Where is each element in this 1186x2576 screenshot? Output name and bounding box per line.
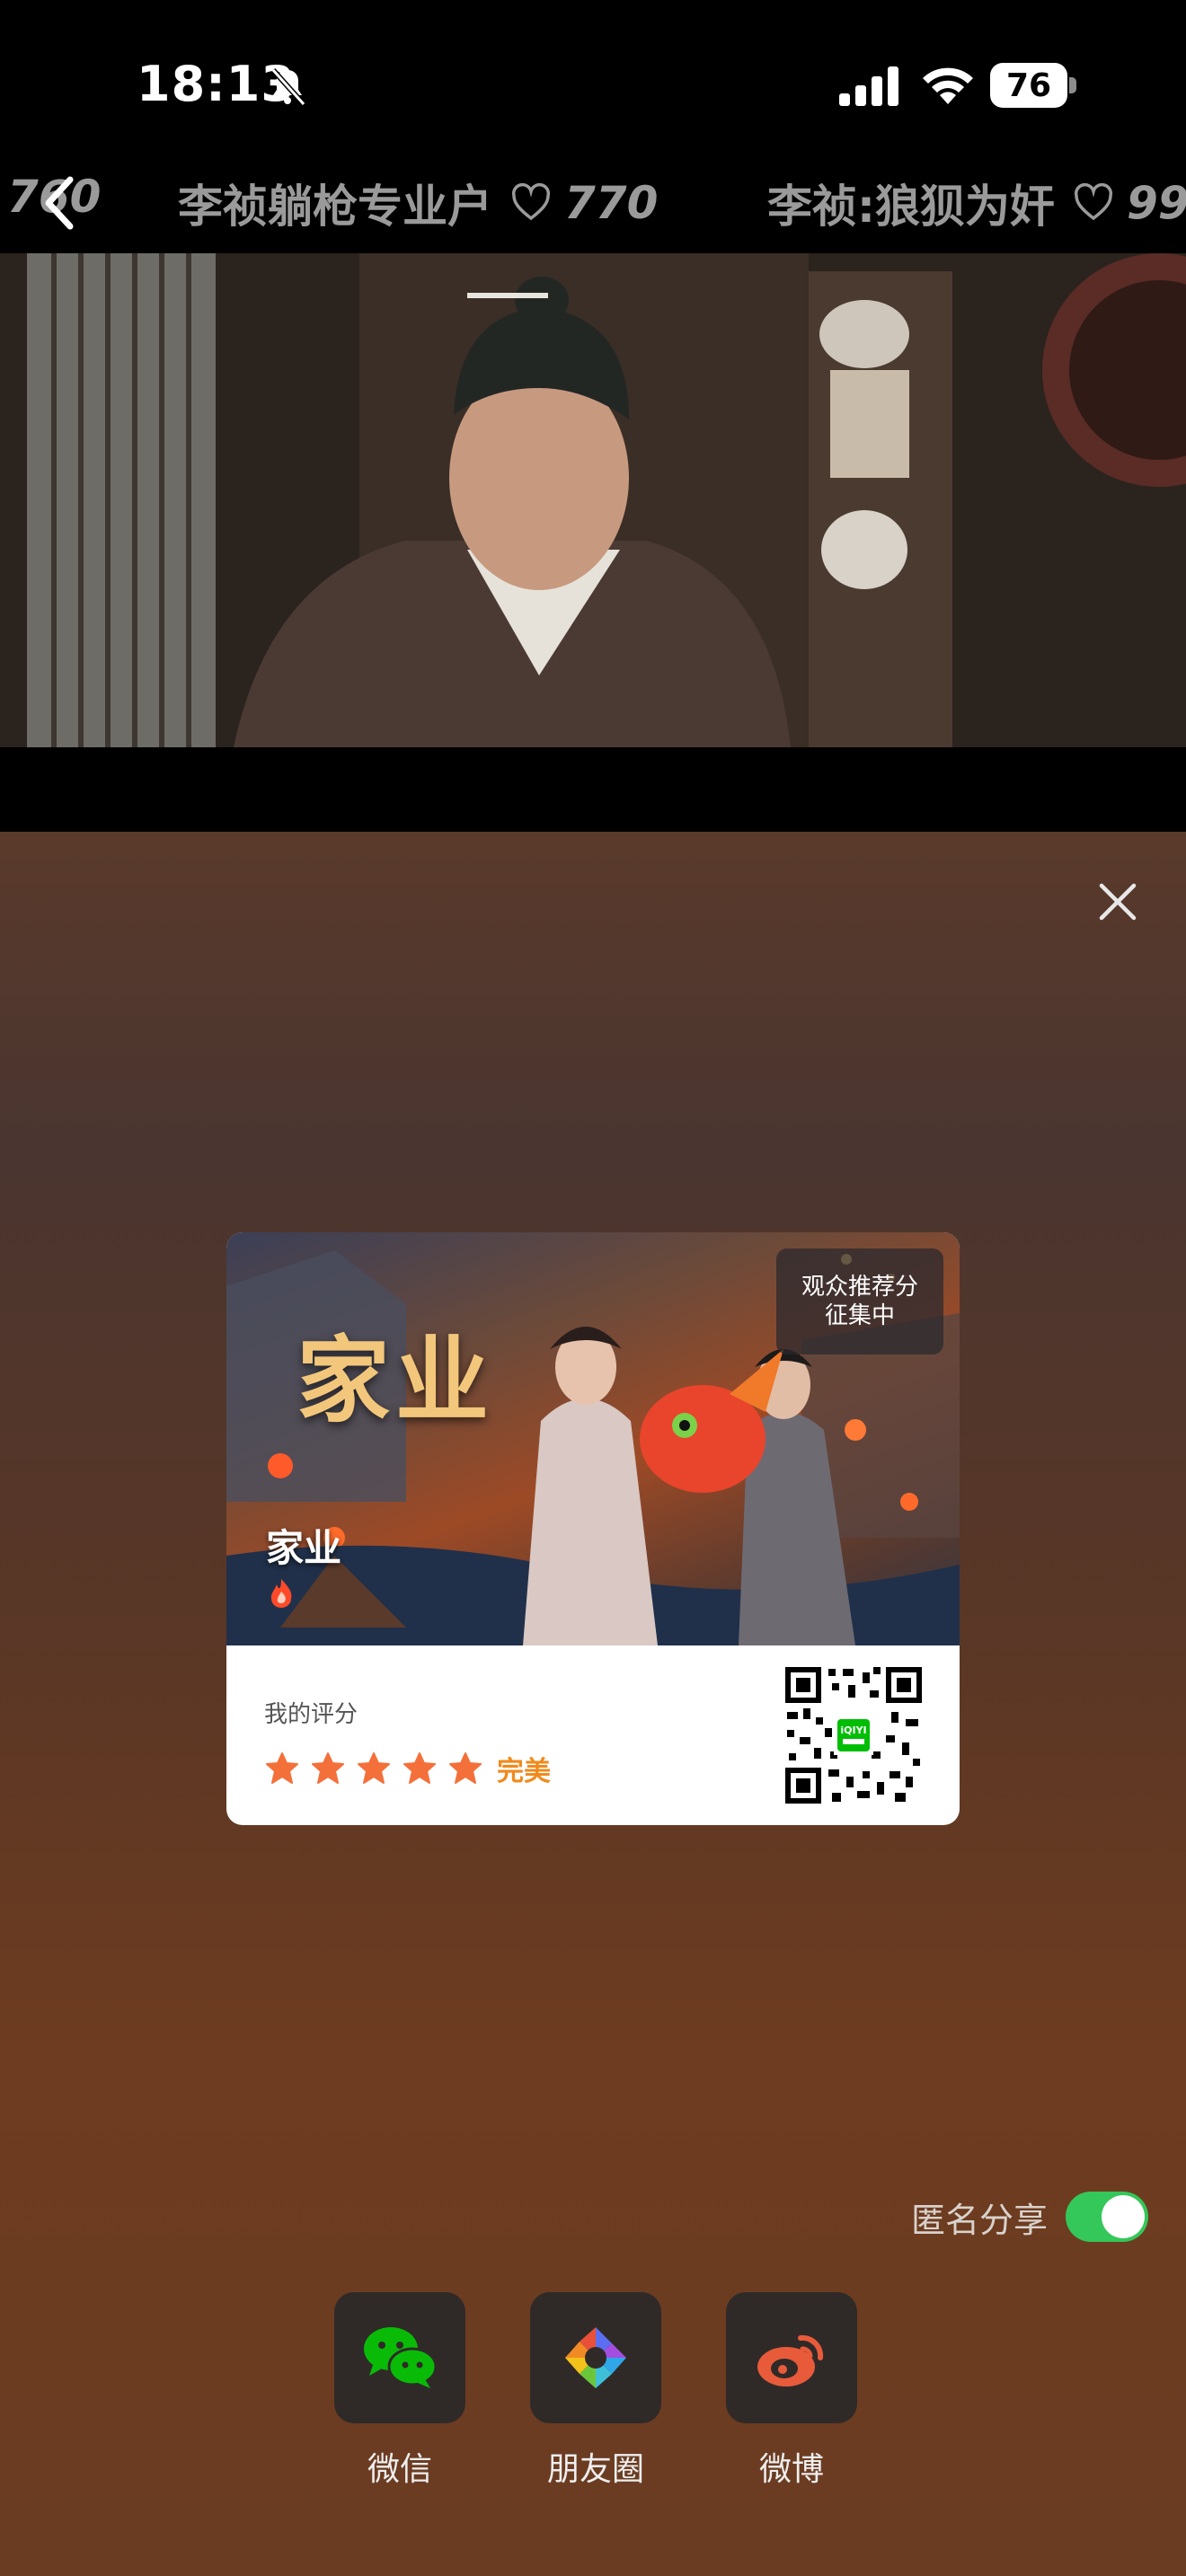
share-moments-button[interactable]: 朋友圈: [530, 2292, 661, 2490]
anonymous-share-row: 匿名分享: [911, 2192, 1149, 2242]
wechat-icon: [364, 2327, 438, 2388]
danmaku-item[interactable]: 李祯躺枪专业户 770: [178, 171, 658, 235]
cellular-signal-icon: [839, 66, 898, 106]
rating-word: 完美: [497, 1756, 551, 1787]
star-icon: [266, 1752, 298, 1784]
share-tile[interactable]: [726, 2292, 857, 2423]
share-label: 微博: [758, 2451, 824, 2488]
share-weibo-button[interactable]: 微博: [726, 2292, 857, 2490]
share-targets: 微信 朋友圈 微博: [334, 2292, 857, 2490]
share-tile[interactable]: [334, 2292, 465, 2423]
drama-poster: 家业 观众推荐分 征集中 家业: [226, 1232, 960, 1645]
star-icon: [403, 1752, 436, 1784]
share-label: 微信: [367, 2451, 432, 2488]
drama-title: 家业: [266, 1526, 342, 1570]
danmaku-text: 李祯:狼狈为奸: [767, 181, 1055, 233]
svg-text:iQIYI: iQIYI: [840, 1725, 866, 1736]
fire-icon: [270, 1579, 292, 1608]
status-bar: 18:13 76: [0, 0, 1186, 153]
share-label: 朋友圈: [546, 2451, 644, 2488]
danmaku-count: 99: [1127, 177, 1186, 229]
video-player[interactable]: [0, 253, 1186, 747]
rating-label: 我的评分: [264, 1701, 358, 1728]
heart-icon[interactable]: [1073, 182, 1114, 224]
anonymous-share-toggle[interactable]: [1066, 2192, 1149, 2242]
share-card: 家业 观众推荐分 征集中 家业 我的评分 完美 iQIYI: [226, 1232, 960, 1825]
danmaku-item[interactable]: 李祯:狼狈为奸 99: [767, 171, 1186, 235]
poster-title-art: 家业: [296, 1325, 495, 1435]
battery-indicator: 76: [990, 63, 1076, 110]
badge-line-2: 征集中: [824, 1302, 895, 1329]
video-letterbox: [0, 747, 1186, 832]
star-icon: [358, 1752, 390, 1784]
share-tile[interactable]: [530, 2292, 661, 2423]
qr-code: iQIYI: [783, 1665, 924, 1805]
rating-stars: 完美: [264, 1749, 551, 1788]
moments-icon: [565, 2327, 626, 2388]
close-icon[interactable]: [1093, 877, 1143, 927]
heart-icon[interactable]: [510, 182, 552, 224]
battery-level: 76: [990, 63, 1067, 108]
my-rating: 我的评分 完美: [264, 1696, 551, 1788]
weibo-icon: [757, 2334, 824, 2386]
silent-bell-icon: [270, 67, 306, 107]
star-icon: [449, 1752, 482, 1784]
anonymous-share-label: 匿名分享: [911, 2200, 1049, 2240]
danmaku-strip: 760 李祯躺枪专业户 770 李祯:狼狈为奸 99: [0, 153, 1186, 253]
star-icon: [312, 1752, 344, 1784]
back-button[interactable]: [32, 167, 86, 239]
wifi-icon: [923, 67, 973, 104]
danmaku-count: 770: [564, 177, 659, 229]
video-frame-image: [0, 253, 1186, 747]
audience-score-badge: 观众推荐分 征集中: [776, 1248, 943, 1354]
chevron-left-icon: [45, 176, 74, 230]
badge-line-1: 观众推荐分: [801, 1274, 918, 1301]
toggle-knob: [1102, 2195, 1146, 2238]
share-wechat-button[interactable]: 微信: [334, 2292, 465, 2490]
danmaku-text: 李祯躺枪专业户: [178, 181, 492, 233]
